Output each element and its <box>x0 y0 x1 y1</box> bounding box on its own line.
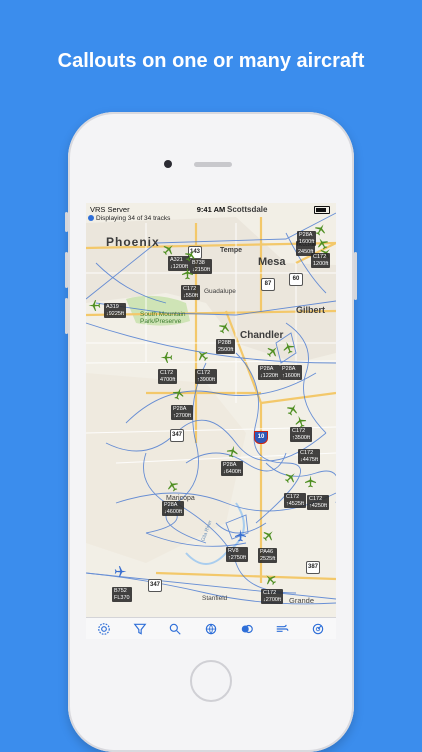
aircraft-callout[interactable]: RV8 ↑2750ft <box>226 547 249 562</box>
aircraft-icon[interactable] <box>304 475 317 488</box>
label-guadalupe: Guadalupe <box>204 288 236 295</box>
filter-icon <box>133 623 146 635</box>
aircraft-icon[interactable] <box>88 299 101 312</box>
status-bar: VRS Server 9:41 AM <box>86 203 336 215</box>
aircraft-callout[interactable]: PA46 2525ft <box>258 548 278 563</box>
server-status-icon <box>88 215 94 221</box>
search-icon <box>170 623 181 635</box>
aircraft-callout[interactable]: C172 ↑4250ft <box>307 495 330 510</box>
front-camera <box>164 160 172 168</box>
weather-icon <box>277 624 289 632</box>
interstate-shield: 10 <box>254 431 268 444</box>
aircraft-callout[interactable]: C172 ↑3900ft <box>195 369 218 384</box>
app-screen: Scottsdale Phoenix Tempe Mesa Guadalupe … <box>86 203 336 639</box>
label-mesa: Mesa <box>258 256 286 268</box>
earpiece-speaker <box>194 162 232 167</box>
globe-icon <box>205 623 217 635</box>
power-button <box>354 252 357 300</box>
volume-down-button <box>65 298 68 334</box>
label-gilbert: Gilbert <box>296 305 326 315</box>
clock: 9:41 AM <box>196 205 226 214</box>
road-shield: 347 <box>170 429 184 442</box>
aircraft-callout[interactable]: P28A ↓4600ft <box>162 501 185 516</box>
label-phoenix: Phoenix <box>106 235 160 249</box>
aircraft-callout[interactable]: C172 ↓550ft <box>181 285 200 300</box>
radar-icon <box>312 623 324 635</box>
radar-button[interactable] <box>309 620 327 638</box>
aircraft-callout[interactable]: C172 ↑4525ft <box>284 493 307 508</box>
aircraft-callout[interactable]: P28A ↑2700ft <box>171 405 194 420</box>
aircraft-callout[interactable]: C172 ↑3500ft <box>290 427 313 442</box>
label-grande: Grande <box>289 596 315 605</box>
aircraft-icon[interactable] <box>234 529 247 542</box>
aircraft-callout[interactable]: C172 4700ft <box>158 369 178 384</box>
aircraft-callout[interactable]: C172 ↓4475ft <box>298 449 321 464</box>
label-chandler: Chandler <box>240 330 284 341</box>
tracking-count: Displaying 34 of 34 tracks <box>96 215 171 222</box>
aircraft-icon[interactable] <box>181 267 194 280</box>
search-button[interactable] <box>166 620 184 638</box>
aircraft-callout[interactable]: C172 ↓2700ft <box>261 589 284 604</box>
aircraft-callout[interactable]: P28A ↓1220ft <box>258 365 281 380</box>
aircraft-callout[interactable]: P28A ↓6400ft <box>221 461 244 476</box>
globe-button[interactable] <box>202 620 220 638</box>
settings-button[interactable] <box>95 620 113 638</box>
home-button[interactable] <box>190 660 232 702</box>
aircraft-callout[interactable]: C172 1200ft <box>311 253 331 268</box>
filter-button[interactable] <box>131 620 149 638</box>
aircraft-icon[interactable] <box>160 351 173 364</box>
road-shield: 87 <box>261 278 275 291</box>
aircraft-callout[interactable]: B752 FL370 <box>112 587 132 602</box>
settings-icon <box>98 623 110 635</box>
tracking-info: Displaying 34 of 34 tracks <box>88 215 170 223</box>
aircraft-icon[interactable] <box>114 565 127 578</box>
bottom-toolbar <box>86 617 336 639</box>
road-shield: 347 <box>148 579 162 592</box>
road-shield: 60 <box>289 273 303 286</box>
aircraft-callout[interactable]: A319 ↓9225ft <box>104 303 127 318</box>
aircraft-callout[interactable]: P28B 2500ft <box>216 339 236 354</box>
label-park: South Mountain Park/Preserve <box>140 311 186 325</box>
mute-switch <box>65 212 68 232</box>
label-tempe: Tempe <box>220 247 243 254</box>
layers-icon <box>241 624 253 634</box>
battery-icon <box>314 206 330 214</box>
weather-button[interactable] <box>273 620 291 638</box>
aircraft-callout[interactable]: P28A ↑1600ft <box>280 365 303 380</box>
label-stanfield: Stanfield <box>202 595 228 602</box>
aircraft-callout[interactable]: P28A 1600ft <box>297 231 317 246</box>
headline: Callouts on one or many aircraft <box>57 50 365 72</box>
volume-up-button <box>65 252 68 288</box>
layers-button[interactable] <box>238 620 256 638</box>
road-shield: 387 <box>306 561 320 574</box>
